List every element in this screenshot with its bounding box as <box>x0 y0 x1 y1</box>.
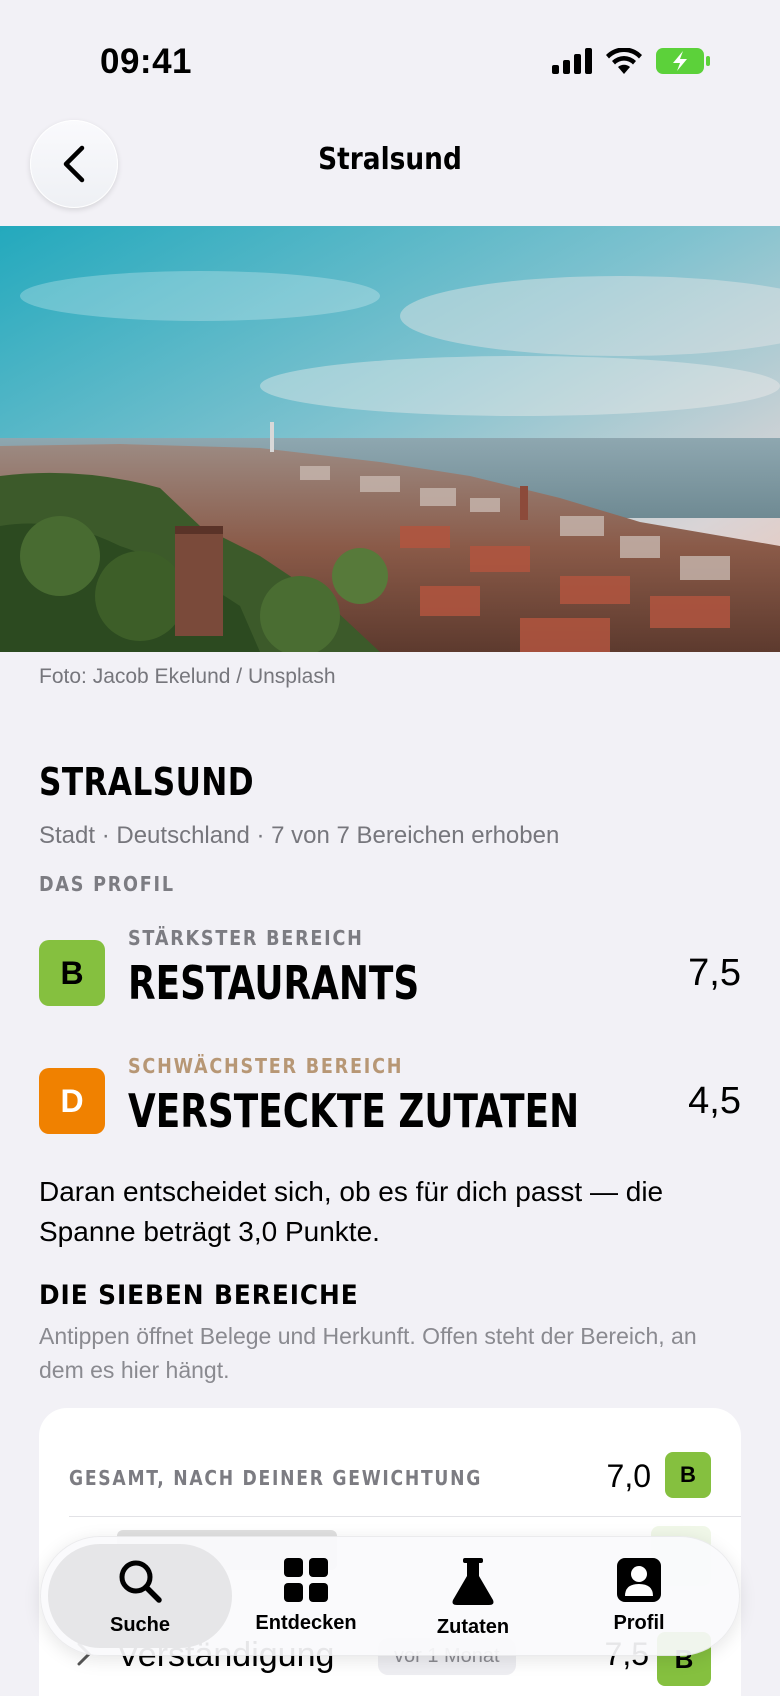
weakest-area[interactable]: D SCHWÄCHSTER BEREICH VERSTECKTE ZUTATEN… <box>39 1044 741 1164</box>
tab-label: Profil <box>613 1612 665 1634</box>
areas-description: Antippen öffnet Belege und Herkunft. Off… <box>39 1323 697 1383</box>
flask-icon <box>452 1558 494 1605</box>
photo-credit: Foto: Jacob Ekelund / Unsplash <box>39 665 336 688</box>
strongest-area-name: RESTAURANTS <box>128 956 420 1010</box>
profile-icon <box>617 1558 661 1602</box>
weakest-area-name: VERSTECKTE ZUTATEN <box>128 1084 580 1138</box>
tab-label: Zutaten <box>436 1616 510 1638</box>
wifi-icon <box>606 48 642 74</box>
signal-icon <box>552 48 592 74</box>
city-panorama-image <box>0 226 780 652</box>
tab-zutaten[interactable]: Zutaten <box>388 1536 558 1656</box>
grid-icon <box>284 1558 328 1602</box>
weakest-label: SCHWÄCHSTER BEREICH <box>128 1054 404 1078</box>
areas-heading: DIE SIEBEN BEREICHE <box>39 1280 359 1311</box>
strongest-area[interactable]: B STÄRKSTER BEREICH RESTAURANTS 7,5 <box>39 916 741 1036</box>
total-label: GESAMT, NACH DEINER GEWICHTUNG <box>69 1466 483 1490</box>
profile-summary: Daran entscheidet sich, ob es für dich p… <box>39 1176 664 1247</box>
strongest-score: 7,5 <box>688 952 741 994</box>
status-icons <box>552 48 710 74</box>
tab-label: Suche <box>109 1614 171 1636</box>
total-grade-badge: B <box>665 1452 711 1498</box>
strongest-label: STÄRKSTER BEREICH <box>128 926 364 950</box>
total-score-row: GESAMT, NACH DEINER GEWICHTUNG 7,0 B <box>69 1448 711 1508</box>
grade-badge: D <box>39 1068 105 1134</box>
tab-profil[interactable]: Profil <box>554 1536 724 1656</box>
tab-label: Entdecken <box>255 1612 357 1634</box>
weakest-score: 4,5 <box>688 1080 741 1122</box>
status-bar: 09:41 <box>0 0 780 120</box>
grade-badge: B <box>39 940 105 1006</box>
status-time: 09:41 <box>100 42 193 81</box>
page-title: Stralsund <box>318 142 462 177</box>
hero-image <box>0 226 780 652</box>
city-subtitle: Stadt · Deutschland · 7 von 7 Bereichen … <box>39 822 560 849</box>
divider <box>69 1516 741 1517</box>
total-score: 7,0 <box>606 1458 651 1494</box>
nav-bar: Stralsund <box>0 120 780 226</box>
profile-caption: DAS PROFIL <box>39 872 175 896</box>
search-icon <box>119 1560 162 1603</box>
main-content: STRALSUND Stadt · Deutschland · 7 von 7 … <box>39 760 741 1387</box>
tab-suche[interactable]: Suche <box>55 1536 225 1656</box>
battery-charging-icon <box>656 48 710 74</box>
tab-bar: Suche Entdecken Zutaten Profil <box>40 1536 740 1656</box>
tab-entdecken[interactable]: Entdecken <box>221 1536 391 1656</box>
city-title: STRALSUND <box>39 760 255 804</box>
